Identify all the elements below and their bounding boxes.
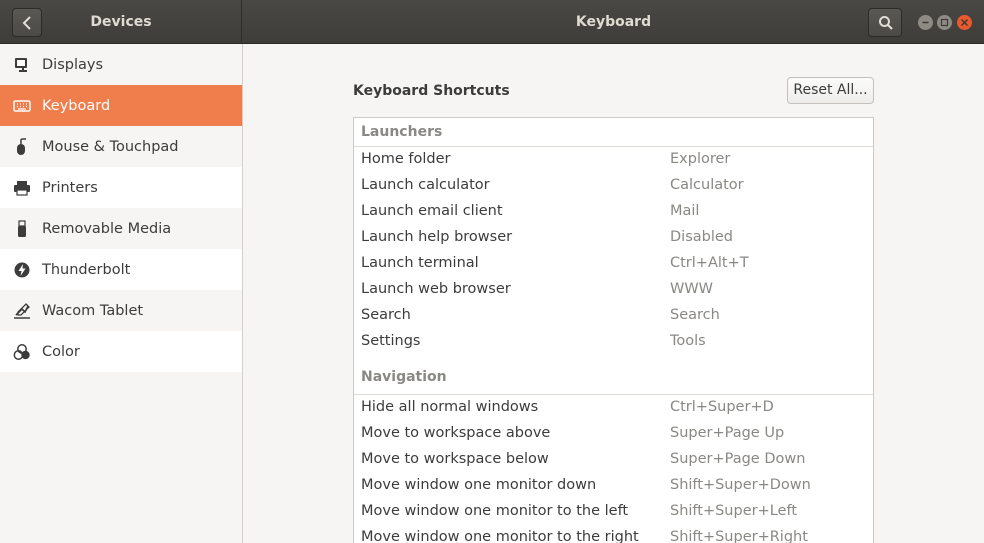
sidebar-item-label: Color: [42, 343, 80, 360]
shortcut-row[interactable]: Move window one monitor to the right Shi…: [354, 525, 873, 543]
shortcut-row[interactable]: Move window one monitor to the left Shif…: [354, 499, 873, 525]
sidebar-item-label: Keyboard: [42, 97, 111, 114]
shortcut-name: Move to workspace above: [361, 425, 551, 441]
shortcut-row[interactable]: Settings Tools: [354, 329, 873, 355]
shortcut-row[interactable]: Home folder Explorer: [354, 147, 873, 173]
mouse-icon: [17, 138, 26, 155]
shortcut-accel: WWW: [670, 281, 714, 297]
shortcut-accel: Calculator: [670, 177, 744, 193]
sidebar-item-thunderbolt[interactable]: Thunderbolt: [0, 249, 242, 290]
shortcut-row[interactable]: Launch web browser WWW: [354, 277, 873, 303]
shortcut-accel: Super+Page Up: [670, 425, 785, 441]
shortcut-name: Settings: [361, 333, 421, 349]
keyboard-icon: [13, 100, 31, 112]
chevron-left-icon: [22, 16, 31, 30]
shortcut-row[interactable]: Hide all normal windows Ctrl+Super+D: [354, 395, 873, 421]
sidebar-item-label: Displays: [42, 56, 104, 73]
reset-all-button[interactable]: Reset All...: [787, 77, 874, 104]
main-content: Keyboard Shortcuts Reset All... Launcher…: [243, 44, 984, 543]
header-bar: Devices Keyboard: [0, 0, 984, 44]
back-button[interactable]: [12, 8, 42, 37]
panel-title: Devices: [90, 14, 152, 30]
sidebar-item-wacom-tablet[interactable]: Wacom Tablet: [0, 290, 242, 331]
display-icon: [15, 58, 27, 72]
sidebar-item-label: Removable Media: [42, 220, 172, 237]
shortcut-name: Launch web browser: [361, 281, 511, 297]
printer-icon: [14, 181, 30, 196]
shortcut-row[interactable]: Launch terminal Ctrl+Alt+T: [354, 251, 873, 277]
shortcut-accel: Ctrl+Super+D: [670, 399, 774, 415]
sidebar-item-label: Wacom Tablet: [42, 302, 144, 319]
shortcut-accel: Shift+Super+Down: [670, 477, 811, 493]
shortcut-row[interactable]: Move to workspace above Super+Page Up: [354, 421, 873, 447]
search-icon: [879, 16, 893, 30]
shortcut-name: Search: [361, 307, 411, 323]
shortcut-row[interactable]: Move window one monitor down Shift+Super…: [354, 473, 873, 499]
sidebar-item-label: Printers: [42, 179, 98, 196]
color-icon: [13, 344, 30, 360]
shortcut-name: Launch terminal: [361, 255, 479, 271]
shortcut-accel: Disabled: [670, 229, 733, 245]
section-title: Keyboard Shortcuts: [353, 83, 510, 99]
shortcut-row[interactable]: Launch email client Mail: [354, 199, 873, 225]
shortcut-name: Home folder: [361, 151, 451, 167]
sidebar-item-displays[interactable]: Displays: [0, 44, 242, 85]
shortcut-row[interactable]: Move to workspace below Super+Page Down: [354, 447, 873, 473]
shortcut-name: Hide all normal windows: [361, 399, 539, 415]
usb-icon: [18, 220, 26, 237]
shortcut-name: Move window one monitor to the right: [361, 529, 639, 543]
shortcut-accel: Explorer: [670, 151, 731, 167]
shortcut-accel: Tools: [670, 333, 706, 349]
sidebar-item-color[interactable]: Color: [0, 331, 242, 372]
header-left-pane: Devices: [0, 0, 242, 44]
shortcut-name: Launch email client: [361, 203, 503, 219]
maximize-icon: [940, 18, 949, 27]
close-icon: [960, 18, 969, 27]
shortcut-row[interactable]: Launch help browser Disabled: [354, 225, 873, 251]
sidebar-item-keyboard[interactable]: Keyboard: [0, 85, 242, 126]
shortcut-name: Launch calculator: [361, 177, 490, 193]
sidebar-item-removable-media[interactable]: Removable Media: [0, 208, 242, 249]
shortcut-accel: Shift+Super+Right: [670, 529, 808, 543]
search-button[interactable]: [868, 8, 902, 37]
shortcut-accel: Search: [670, 307, 720, 323]
sidebar-item-label: Thunderbolt: [42, 261, 131, 278]
minimize-icon: [922, 21, 929, 24]
shortcut-accel: Super+Page Down: [670, 451, 806, 467]
shortcut-name: Move window one monitor to the left: [361, 503, 629, 519]
minimize-button[interactable]: [918, 15, 933, 30]
shortcut-accel: Ctrl+Alt+T: [670, 255, 749, 271]
group-header-navigation: Navigation: [354, 355, 873, 395]
shortcut-list: Launchers Home folder Explorer Launch ca…: [353, 117, 874, 543]
shortcut-name: Move to workspace below: [361, 451, 549, 467]
sidebar: Displays Keyboard Mouse & Touchpad Print…: [0, 44, 243, 543]
maximize-button[interactable]: [937, 15, 952, 30]
shortcut-accel: Mail: [670, 203, 700, 219]
shortcut-name: Launch help browser: [361, 229, 513, 245]
sidebar-item-label: Mouse & Touchpad: [42, 138, 179, 155]
shortcut-name: Move window one monitor down: [361, 477, 597, 493]
shortcut-row[interactable]: Launch calculator Calculator: [354, 173, 873, 199]
sidebar-item-printers[interactable]: Printers: [0, 167, 242, 208]
shortcut-row[interactable]: Search Search: [354, 303, 873, 329]
tablet-icon: [14, 303, 30, 319]
thunderbolt-icon: [14, 262, 30, 278]
shortcut-accel: Shift+Super+Left: [670, 503, 798, 519]
sidebar-item-mouse-touchpad[interactable]: Mouse & Touchpad: [0, 126, 242, 167]
close-button[interactable]: [957, 15, 972, 30]
group-header-launchers: Launchers: [354, 118, 873, 147]
